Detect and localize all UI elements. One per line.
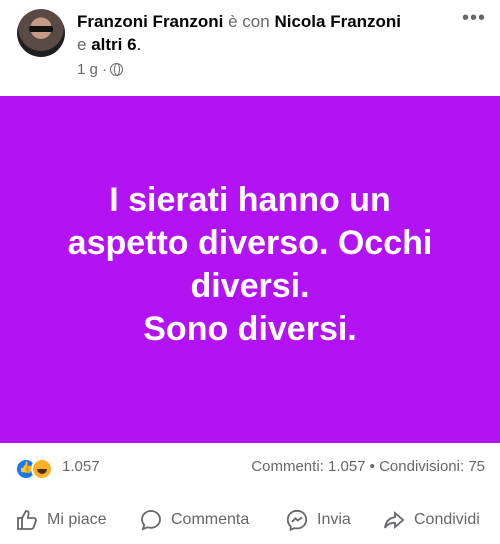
globe-icon	[110, 63, 124, 76]
thumb-up-icon	[17, 510, 37, 530]
reaction-icons[interactable]	[15, 458, 57, 480]
others-link[interactable]: altri 6	[91, 35, 136, 54]
avatar[interactable]	[17, 9, 65, 57]
share-icon	[384, 511, 405, 529]
comments-shares-stats[interactable]: Commenti: 1.057 • Condivisioni: 75	[251, 458, 485, 475]
share-label: Condividi	[414, 511, 480, 528]
with-text: è con	[228, 12, 270, 31]
send-button[interactable]: Invia	[285, 508, 351, 532]
comment-label: Commenta	[171, 511, 250, 528]
post-text: I sierati hanno un aspetto diverso. Occh…	[67, 180, 433, 348]
comment-button[interactable]: Commenta	[139, 508, 249, 532]
reactions-count[interactable]: 1.057	[62, 458, 100, 475]
like-label: Mi piace	[47, 511, 107, 528]
post-header: Franzoni Franzoni è con Nicola Franzoni …	[0, 0, 500, 96]
more-icon[interactable]: •••	[462, 7, 486, 30]
send-label: Invia	[317, 511, 351, 528]
like-button[interactable]: Mi piace	[15, 508, 107, 532]
post-text-card: I sierati hanno un aspetto diverso. Occh…	[0, 96, 500, 443]
post-meta: 1 g ·	[77, 61, 124, 78]
post-title: Franzoni Franzoni è con Nicola Franzoni …	[77, 10, 447, 56]
comment-icon	[141, 510, 161, 531]
author-name[interactable]: Franzoni Franzoni	[77, 12, 223, 31]
post-time[interactable]: 1 g ·	[77, 61, 107, 78]
and-text: e	[77, 35, 87, 54]
share-button[interactable]: Condividi	[382, 508, 480, 532]
messenger-icon	[286, 509, 308, 532]
action-bar: Mi piace Commenta Invia Condividi	[0, 500, 500, 544]
period: .	[136, 35, 142, 54]
avatar-glasses	[29, 26, 53, 32]
reactions-row: 1.057 Commenti: 1.057 • Condivisioni: 75	[0, 452, 500, 482]
haha-reaction-icon	[31, 458, 53, 480]
tagged-person[interactable]: Nicola Franzoni	[274, 12, 401, 31]
